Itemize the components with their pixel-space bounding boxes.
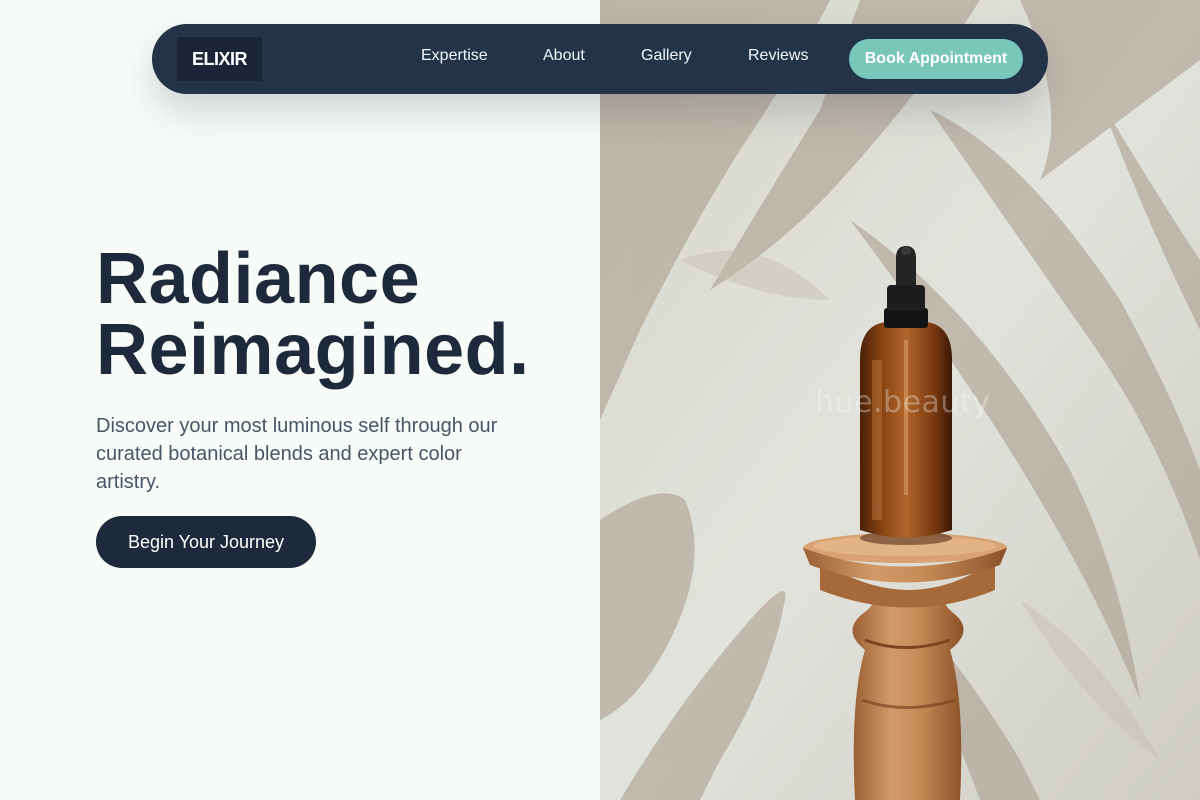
hero-section: Radiance Reimagined. Discover your most … [0,0,600,800]
logo[interactable]: ELIXIR [177,37,262,81]
nav-link-about[interactable]: About [543,47,585,65]
nav-link-gallery[interactable]: Gallery [641,47,692,65]
top-navigation: ELIXIR Expertise About Gallery Reviews B… [152,24,1048,94]
book-appointment-button[interactable]: Book Appointment [849,39,1023,79]
headline-line-2: Reimagined. [96,310,530,390]
begin-journey-button[interactable]: Begin Your Journey [96,516,316,568]
nav-link-reviews[interactable]: Reviews [748,47,808,65]
nav-link-expertise[interactable]: Expertise [421,47,488,65]
image-watermark: hue.beauty [815,385,991,420]
headline-line-1: Radiance [96,239,421,319]
landing-page: Radiance Reimagined. Discover your most … [0,0,1200,800]
hero-subtitle: Discover your most luminous self through… [96,415,498,493]
hero-headline: Radiance Reimagined. [96,239,530,390]
